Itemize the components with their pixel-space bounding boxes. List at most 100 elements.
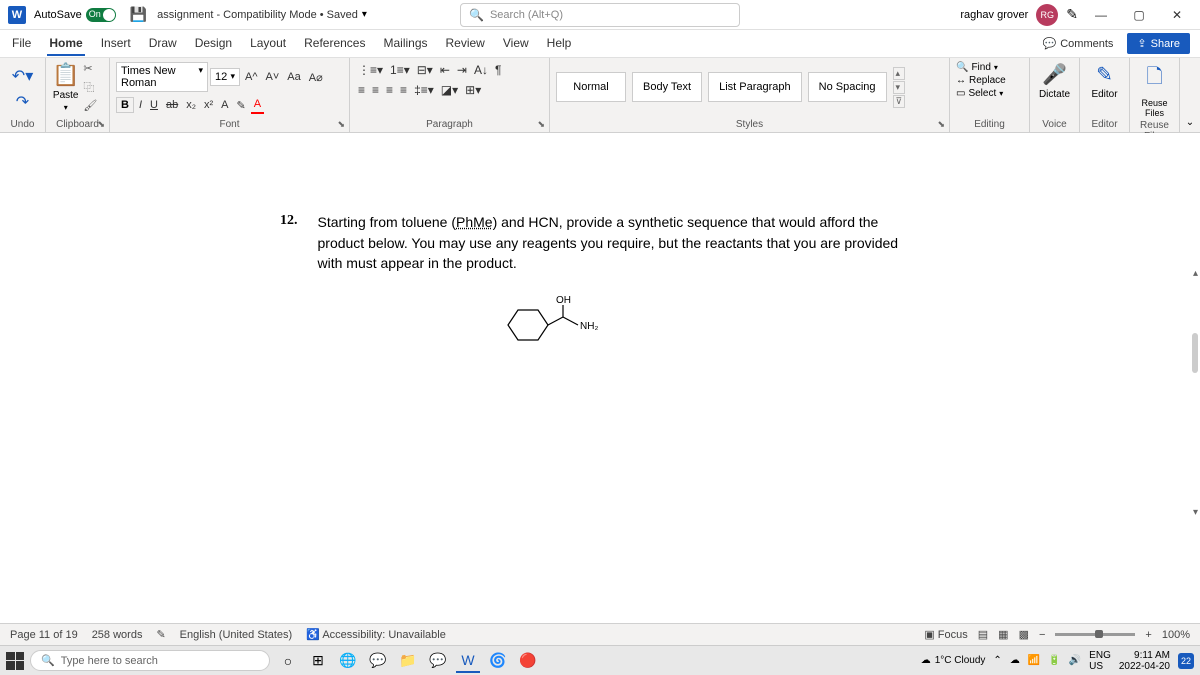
cortana-icon[interactable]: ○ [276, 649, 300, 673]
tab-mailings[interactable]: Mailings [381, 32, 429, 56]
clipboard-launcher[interactable]: ⬊ [97, 119, 105, 130]
select-button[interactable]: ▭Select▾ [956, 88, 1023, 99]
align-left-button[interactable]: ≡ [356, 82, 367, 98]
paste-button[interactable]: 📋 Paste ▾ [52, 62, 79, 112]
justify-button[interactable]: ≡ [398, 82, 409, 98]
wifi-icon[interactable]: 📶 [1028, 655, 1040, 666]
scrollbar-thumb[interactable] [1192, 333, 1198, 373]
weather-widget[interactable]: ☁1°C Cloudy [921, 655, 986, 666]
language-indicator[interactable]: English (United States) [180, 629, 293, 641]
styles-scroll-up[interactable]: ▴ [893, 67, 906, 80]
pen-icon[interactable]: ✎ [1066, 6, 1078, 23]
redo-button[interactable]: ↷ [16, 92, 29, 112]
tab-layout[interactable]: Layout [248, 32, 288, 56]
chrome-icon[interactable]: 🌐 [336, 649, 360, 673]
language-tray[interactable]: ENGUS [1089, 650, 1111, 672]
borders-button[interactable]: ⊞▾ [463, 82, 483, 98]
comments-button[interactable]: 💬Comments [1037, 35, 1120, 52]
style-list-paragraph[interactable]: List Paragraph [708, 72, 802, 102]
app-icon[interactable]: 🔴 [516, 649, 540, 673]
notification-badge[interactable]: 22 [1178, 653, 1194, 669]
whatsapp-icon[interactable]: 💬 [426, 649, 450, 673]
save-icon[interactable]: 💾 [130, 6, 147, 23]
maximize-button[interactable]: ▢ [1124, 8, 1154, 22]
undo-button[interactable]: ↶▾ [12, 66, 33, 86]
styles-scroll-down[interactable]: ▾ [893, 81, 906, 94]
styles-more[interactable]: ⊽ [893, 95, 906, 108]
clear-format-button[interactable]: A⌀ [306, 69, 326, 86]
sound-icon[interactable]: 🔊 [1069, 655, 1081, 666]
battery-icon[interactable]: 🔋 [1048, 655, 1060, 666]
bullets-button[interactable]: ⋮≡▾ [356, 62, 385, 78]
search-box[interactable]: 🔍 Search (Alt+Q) [460, 3, 740, 27]
shading-button[interactable]: ◪▾ [439, 82, 460, 98]
multilevel-button[interactable]: ⊟▾ [415, 62, 435, 78]
clock[interactable]: 9:11 AM2022-04-20 [1119, 650, 1170, 672]
sort-button[interactable]: A↓ [472, 62, 490, 78]
tray-chevron-icon[interactable]: ⌃ [993, 655, 1001, 666]
tab-insert[interactable]: Insert [99, 32, 133, 56]
font-size-select[interactable]: 12▾ [210, 68, 240, 86]
web-layout-button[interactable]: ▩ [1019, 628, 1029, 641]
user-name[interactable]: raghav grover [960, 9, 1028, 21]
align-right-button[interactable]: ≡ [384, 82, 395, 98]
scroll-up-icon[interactable]: ▴ [1193, 268, 1198, 279]
tab-help[interactable]: Help [545, 32, 574, 56]
collapse-ribbon-button[interactable]: ⌄ [1180, 58, 1200, 132]
highlight-button[interactable]: ✎ [234, 97, 249, 114]
onedrive-icon[interactable]: ☁ [1010, 655, 1020, 666]
text-effects-button[interactable]: A [218, 97, 231, 113]
editor-button[interactable]: ✎ Editor [1086, 62, 1123, 100]
dictate-button[interactable]: 🎤 Dictate [1036, 62, 1073, 100]
numbering-button[interactable]: 1≡▾ [388, 62, 412, 78]
accessibility-indicator[interactable]: ♿ Accessibility: Unavailable [306, 628, 446, 641]
read-mode-button[interactable]: ▤ [978, 628, 988, 641]
task-view-icon[interactable]: ⊞ [306, 649, 330, 673]
grow-font-button[interactable]: A^ [242, 69, 261, 85]
tab-file[interactable]: File [10, 32, 33, 56]
change-case-button[interactable]: Aa [284, 69, 303, 85]
tab-view[interactable]: View [501, 32, 531, 56]
teams-icon[interactable]: 💬 [366, 649, 390, 673]
copy-button[interactable]: ⿻ [83, 79, 97, 95]
subscript-button[interactable]: x₂ [183, 97, 199, 113]
minimize-button[interactable]: — [1086, 8, 1116, 22]
tab-draw[interactable]: Draw [147, 32, 179, 56]
start-button[interactable] [6, 652, 24, 670]
tab-home[interactable]: Home [47, 32, 84, 56]
autosave-toggle[interactable]: On [86, 8, 116, 22]
style-no-spacing[interactable]: No Spacing [808, 72, 887, 102]
word-taskbar-icon[interactable]: W [456, 649, 480, 673]
shrink-font-button[interactable]: A˅ [263, 69, 283, 85]
increase-indent-button[interactable]: ⇥ [455, 62, 469, 78]
line-spacing-button[interactable]: ‡≡▾ [412, 82, 436, 98]
decrease-indent-button[interactable]: ⇤ [438, 62, 452, 78]
font-color-button[interactable]: A [251, 96, 264, 114]
paragraph-launcher[interactable]: ⬊ [537, 119, 545, 130]
spell-check-icon[interactable]: ✎ [156, 628, 165, 641]
focus-mode-button[interactable]: ▣ Focus [924, 628, 967, 641]
styles-launcher[interactable]: ⬊ [937, 119, 945, 130]
share-button[interactable]: ⇪Share [1127, 33, 1190, 54]
tab-references[interactable]: References [302, 32, 367, 56]
zoom-in-button[interactable]: + [1145, 629, 1151, 641]
font-launcher[interactable]: ⬊ [337, 119, 345, 130]
edge-icon[interactable]: 🌀 [486, 649, 510, 673]
user-avatar[interactable]: RG [1036, 4, 1058, 26]
scroll-down-icon[interactable]: ▾ [1193, 507, 1198, 518]
zoom-level[interactable]: 100% [1162, 629, 1190, 641]
show-marks-button[interactable]: ¶ [493, 62, 503, 78]
superscript-button[interactable]: x² [201, 97, 216, 113]
find-button[interactable]: 🔍Find▾ [956, 62, 1023, 73]
document-area[interactable]: ▴ ▾ 12. Starting from toluene (PhMe) and… [0, 133, 1200, 573]
title-dropdown-icon[interactable]: ▾ [362, 9, 367, 20]
word-count[interactable]: 258 words [92, 629, 143, 641]
replace-button[interactable]: ↔Replace [956, 75, 1023, 86]
strikethrough-button[interactable]: ab [163, 97, 181, 113]
taskbar-search[interactable]: 🔍Type here to search [30, 650, 270, 671]
reuse-files-button[interactable]: 🗋 Reuse Files [1136, 62, 1173, 118]
bold-button[interactable]: B [116, 97, 134, 113]
font-name-select[interactable]: Times New Roman▾ [116, 62, 208, 92]
cut-button[interactable]: ✂ [83, 62, 97, 75]
style-body-text[interactable]: Body Text [632, 72, 702, 102]
